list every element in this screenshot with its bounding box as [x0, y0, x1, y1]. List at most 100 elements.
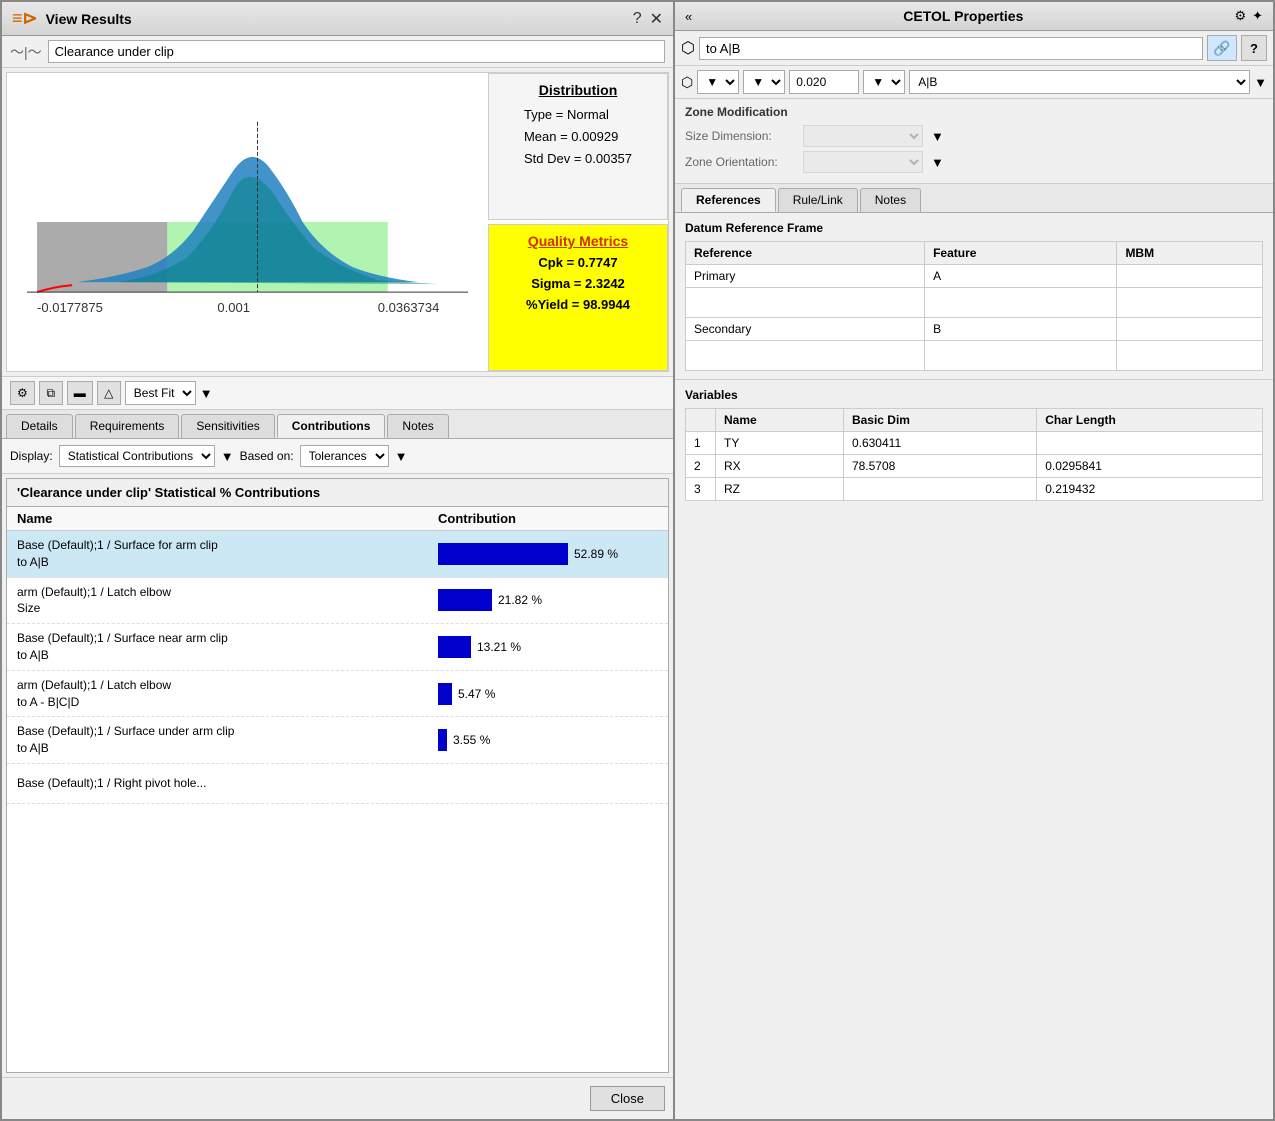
- var-charlength: 0.219432: [1037, 478, 1263, 501]
- datum-row: Primary A: [686, 265, 1263, 288]
- contrib-bar-area: 5.47 %: [438, 683, 658, 705]
- settings-icon[interactable]: ⚙: [1234, 8, 1246, 24]
- contributions-column-headers: Name Contribution: [7, 507, 668, 531]
- title-bar-controls: ? ✕: [633, 9, 663, 29]
- var-charlength: [1037, 432, 1263, 455]
- dim-modifier-select[interactable]: ▼: [743, 70, 785, 94]
- contrib-bar: [438, 729, 447, 751]
- contrib-row[interactable]: Base (Default);1 / Surface for arm clipt…: [7, 531, 668, 578]
- display-controls: Display: Statistical Contributions ▼ Bas…: [2, 439, 673, 474]
- variable-row: 2 RX 78.5708 0.0295841: [686, 455, 1263, 478]
- tolerance-name-input[interactable]: [699, 37, 1203, 60]
- datum-spacer-row: [686, 341, 1263, 371]
- var-name: RX: [716, 455, 844, 478]
- dist-stddev: Std Dev = 0.00357: [524, 148, 632, 170]
- var-charlength: 0.0295841: [1037, 455, 1263, 478]
- based-on-select[interactable]: Tolerances: [300, 445, 389, 467]
- datum-feature: B: [925, 318, 1117, 341]
- contrib-name: Base (Default);1 / Right pivot hole...: [17, 775, 438, 792]
- left-panel: ≡⊳ View Results ? ✕ 〜|〜: [0, 0, 675, 1121]
- var-name: RZ: [716, 478, 844, 501]
- var-num: 3: [686, 478, 716, 501]
- help-button[interactable]: ?: [633, 10, 642, 28]
- help-button-right[interactable]: ?: [1241, 35, 1267, 61]
- tab-notes[interactable]: Notes: [387, 414, 448, 438]
- shape-icon: ⬡: [681, 38, 695, 58]
- cpk-value: Cpk = 0.7747: [526, 253, 630, 274]
- dropdown-arrow-icon3: ▼: [395, 449, 408, 464]
- tab-details[interactable]: Details: [6, 414, 73, 438]
- var-num: 2: [686, 455, 716, 478]
- right-tab-references[interactable]: References: [681, 188, 776, 212]
- display-type-select[interactable]: Statistical Contributions: [59, 445, 215, 467]
- right-tab-rulelink[interactable]: Rule/Link: [778, 188, 858, 212]
- tab-contributions[interactable]: Contributions: [277, 414, 386, 438]
- dim-shape-icon: ⬡: [681, 74, 693, 91]
- contrib-row[interactable]: Base (Default);1 / Right pivot hole...: [7, 764, 668, 804]
- right-tabs-bar: References Rule/Link Notes: [675, 184, 1273, 213]
- variables-section: Variables Name Basic Dim Char Length 1 T…: [675, 380, 1273, 1119]
- datum-mbm: [1117, 318, 1263, 341]
- window-title: View Results: [46, 11, 625, 27]
- contrib-row[interactable]: Base (Default);1 / Surface under arm cli…: [7, 717, 668, 764]
- contrib-bar: [438, 636, 471, 658]
- dim-type-select[interactable]: ▼: [697, 70, 739, 94]
- datum-col-mbm: MBM: [1117, 242, 1263, 265]
- result-name-input[interactable]: [48, 40, 665, 63]
- tab-requirements[interactable]: Requirements: [75, 414, 180, 438]
- variables-title: Variables: [685, 388, 1263, 402]
- datum-spacer-row: [686, 288, 1263, 318]
- cetol-collapse-icon[interactable]: «: [685, 9, 692, 24]
- datum-col-reference: Reference: [686, 242, 925, 265]
- close-button[interactable]: Close: [590, 1086, 665, 1111]
- contrib-bar-area: 13.21 %: [438, 636, 658, 658]
- svg-text:0.0363734: 0.0363734: [378, 300, 440, 315]
- dim-reference-select[interactable]: A|B: [909, 70, 1250, 94]
- contrib-pct: 13.21 %: [477, 640, 521, 654]
- svg-text:0.001: 0.001: [217, 300, 250, 315]
- dim-value-input[interactable]: [789, 70, 859, 94]
- tab-sensitivities[interactable]: Sensitivities: [181, 414, 274, 438]
- datum-reference: Primary: [686, 265, 925, 288]
- contributions-body[interactable]: Base (Default);1 / Surface for arm clipt…: [7, 531, 668, 1072]
- distribution-chart: -0.0177875 0.001 0.0363734: [17, 83, 478, 361]
- link-button[interactable]: 🔗: [1207, 35, 1237, 61]
- contrib-row[interactable]: arm (Default);1 / Latch elbowto A - B|C|…: [7, 671, 668, 718]
- contrib-pct: 5.47 %: [458, 687, 495, 701]
- var-basicdim: 0.630411: [843, 432, 1036, 455]
- svg-text:-0.0177875: -0.0177875: [37, 300, 103, 315]
- bar-chart-btn[interactable]: ▬: [67, 381, 93, 405]
- dropdown-arrow-icon2: ▼: [221, 449, 234, 464]
- var-col-basicdim: Basic Dim: [843, 409, 1036, 432]
- contrib-name: Base (Default);1 / Surface under arm cli…: [17, 723, 438, 757]
- quality-title: Quality Metrics: [528, 233, 628, 249]
- contrib-name: arm (Default);1 / Latch elbowSize: [17, 584, 438, 618]
- datum-mbm: [1117, 265, 1263, 288]
- size-dimension-label: Size Dimension:: [685, 129, 795, 143]
- var-col-num: [686, 409, 716, 432]
- contrib-row[interactable]: arm (Default);1 / Latch elbowSize 21.82 …: [7, 578, 668, 625]
- based-on-label: Based on:: [240, 449, 294, 463]
- dist-type: Type = Normal: [524, 104, 632, 126]
- close-window-button[interactable]: ✕: [650, 9, 663, 29]
- settings-toolbar-btn[interactable]: ⚙: [10, 381, 35, 405]
- size-dimension-select[interactable]: [803, 125, 923, 147]
- datum-section: Datum Reference Frame Reference Feature …: [675, 213, 1273, 380]
- line-chart-btn[interactable]: △: [97, 381, 121, 405]
- col-name-header: Name: [17, 511, 438, 526]
- contrib-bar: [438, 543, 568, 565]
- pin-icon[interactable]: ✦: [1252, 8, 1263, 24]
- var-col-charlength: Char Length: [1037, 409, 1263, 432]
- chart-info: Distribution Type = Normal Mean = 0.0092…: [488, 73, 668, 371]
- contrib-row[interactable]: Base (Default);1 / Surface near arm clip…: [7, 624, 668, 671]
- right-tab-notes[interactable]: Notes: [860, 188, 921, 212]
- contrib-pct: 3.55 %: [453, 733, 490, 747]
- cetol-title-bar: « CETOL Properties ⚙ ✦: [675, 2, 1273, 31]
- copy-toolbar-btn[interactable]: ⧉: [39, 381, 63, 405]
- contrib-pct: 52.89 %: [574, 547, 618, 561]
- zone-orientation-select[interactable]: [803, 151, 923, 173]
- fit-select[interactable]: Best Fit: [125, 381, 196, 405]
- cetol-title: CETOL Properties: [903, 8, 1023, 24]
- contrib-bar: [438, 589, 492, 611]
- dim-suffix-select[interactable]: ▼: [863, 70, 905, 94]
